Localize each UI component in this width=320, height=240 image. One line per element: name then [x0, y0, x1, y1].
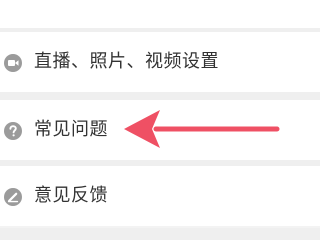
partial-list-item-label: [40, 0, 190, 12]
partial-list-item[interactable]: [0, 0, 320, 28]
list-item-media-settings[interactable]: 直播、照片、视频设置: [0, 32, 320, 92]
pencil-feedback-icon: [4, 188, 22, 206]
video-camera-icon: [4, 54, 22, 72]
bottom-spacer: [0, 228, 320, 240]
media-settings-label: 直播、照片、视频设置: [34, 51, 219, 72]
faq-label: 常见问题: [34, 119, 108, 140]
list-item-feedback[interactable]: 意见反馈: [0, 166, 320, 226]
question-mark-icon: [4, 122, 22, 140]
red-arrow-icon: [124, 110, 280, 148]
feedback-label: 意见反馈: [34, 185, 108, 206]
settings-screen: 直播、照片、视频设置 常见问题 意见反馈: [0, 0, 320, 240]
